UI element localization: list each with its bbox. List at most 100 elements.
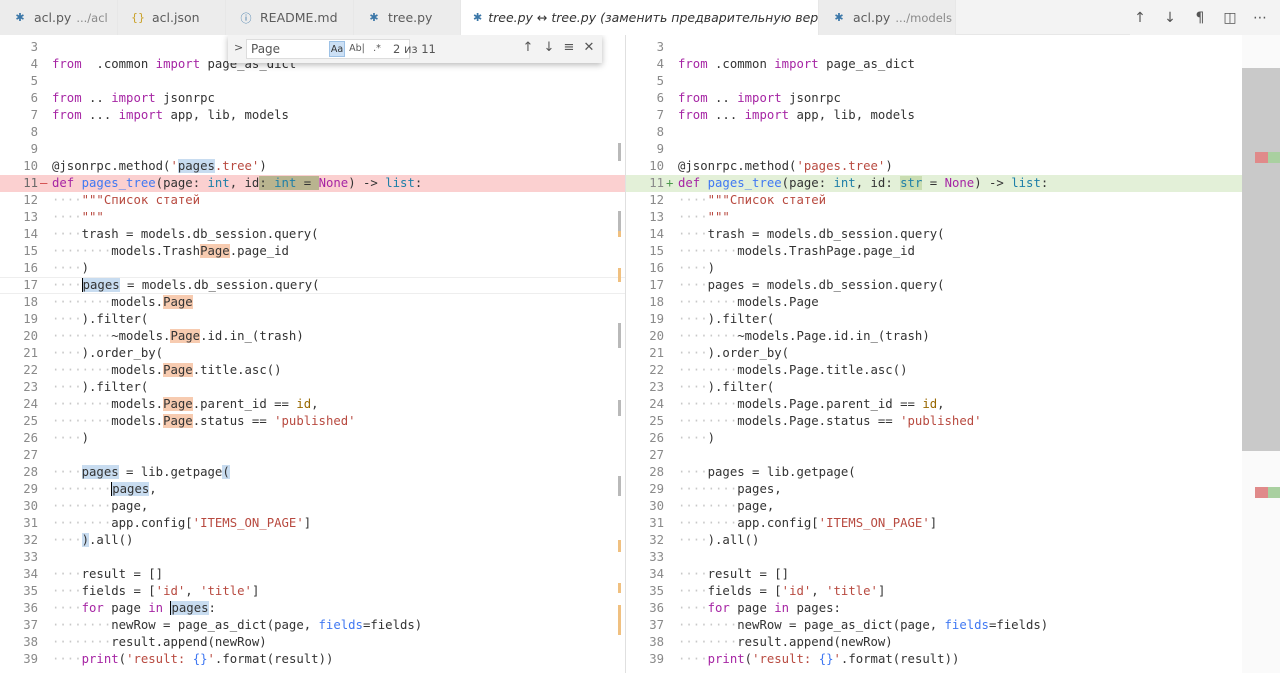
code-line[interactable]: 33 — [626, 549, 1280, 566]
code-line[interactable]: 34 ····result = [] — [626, 566, 1280, 583]
code-line[interactable]: 20 ········~models.Page.id.in_(trash) — [626, 328, 1280, 345]
code-line[interactable]: 8 — [626, 124, 1280, 141]
code-line[interactable]: 32 ····).all() — [0, 532, 625, 549]
code-line[interactable]: 28 ····pages = lib.getpage( — [0, 464, 625, 481]
code-line[interactable]: 26 ····) — [626, 430, 1280, 447]
code-line[interactable]: 24 ········models.Page.parent_id == id, — [626, 396, 1280, 413]
code-text: ····fields = ['id', 'title'] — [678, 583, 885, 600]
code-line[interactable]: 11— def pages_tree(page: int, id: int = N… — [0, 175, 625, 192]
code-line[interactable]: 18 ········models.Page — [0, 294, 625, 311]
diff-modified-pane[interactable]: 3 4 from .common import page_as_dict 5 6 from… — [626, 35, 1280, 673]
code-line[interactable]: 30 ········page, — [0, 498, 625, 515]
code-line[interactable]: 31 ········app.config['ITEMS_ON_PAGE'] — [0, 515, 625, 532]
code-line[interactable]: 28 ····pages = lib.getpage( — [626, 464, 1280, 481]
code-line[interactable]: 24 ········models.Page.parent_id == id, — [0, 396, 625, 413]
code-line[interactable]: 23 ····).filter( — [626, 379, 1280, 396]
code-line[interactable]: 37 ········newRow = page_as_dict(page, fi… — [0, 617, 625, 634]
code-line[interactable]: 22 ········models.Page.title.asc() — [0, 362, 625, 379]
code-line[interactable]: 6 from .. import jsonrpc — [626, 90, 1280, 107]
more-actions-icon[interactable]: ⋯ — [1252, 10, 1268, 26]
code-line[interactable]: 34 ····result = [] — [0, 566, 625, 583]
code-line[interactable]: 39 ····print('result: {}'.format(result)) — [0, 651, 625, 668]
code-line[interactable]: 6 from .. import jsonrpc — [0, 90, 625, 107]
previous-match-icon[interactable]: ↑ — [520, 40, 536, 55]
code-line[interactable]: 27 — [626, 447, 1280, 464]
code-line[interactable]: 36 ····for page in pages: — [0, 600, 625, 617]
code-line[interactable]: 30 ········page, — [626, 498, 1280, 515]
right-scrollbar[interactable] — [1242, 35, 1280, 673]
tab-0[interactable]: ✱ acl.py .../acl — [0, 0, 118, 35]
next-match-icon[interactable]: ↓ — [541, 40, 557, 55]
code-line[interactable]: 9 — [0, 141, 625, 158]
code-line[interactable]: 3 — [626, 39, 1280, 56]
code-line[interactable]: 10 @jsonrpc.method('pages.tree') — [0, 158, 625, 175]
tab-3[interactable]: ✱ tree.py — [354, 0, 461, 35]
tab-4[interactable]: ✱ tree.py ↔ tree.py (заменить предварител… — [461, 0, 819, 35]
match-case-icon[interactable]: Aa — [329, 41, 345, 57]
code-line[interactable]: 13 ····""" — [626, 209, 1280, 226]
code-line[interactable]: 5 — [626, 73, 1280, 90]
code-line[interactable]: 38 ········result.append(newRow) — [626, 634, 1280, 651]
find-in-selection-icon[interactable]: ≡ — [561, 40, 577, 55]
code-line[interactable]: 5 — [0, 73, 625, 90]
code-line[interactable]: 12 ····"""Список статей — [0, 192, 625, 209]
show-whitespace-icon[interactable]: ¶ — [1192, 10, 1208, 26]
code-line[interactable]: 32 ····).all() — [626, 532, 1280, 549]
code-line[interactable]: 12 ····"""Список статей — [626, 192, 1280, 209]
code-line[interactable]: 14 ····trash = models.db_session.query( — [626, 226, 1280, 243]
code-line[interactable]: 16 ····) — [0, 260, 625, 277]
previous-change-icon[interactable]: ↑ — [1132, 10, 1148, 26]
tab-1[interactable]: {} acl.json — [118, 0, 226, 35]
code-token: models.Trash — [111, 244, 201, 258]
code-line[interactable]: 21 ····).order_by( — [0, 345, 625, 362]
code-line[interactable]: 37 ········newRow = page_as_dict(page, fi… — [626, 617, 1280, 634]
code-line[interactable]: 19 ····).filter( — [626, 311, 1280, 328]
diff-original-pane[interactable]: > Page Aa Ab| .* 2 из 11 ↑ ↓ ≡ ✕ 3 4 from … — [0, 35, 626, 673]
tab-2[interactable]: ⓘ README.md — [226, 0, 354, 35]
code-line[interactable]: 8 — [0, 124, 625, 141]
code-line[interactable]: 19 ····).filter( — [0, 311, 625, 328]
code-line[interactable]: 25 ········models.Page.status == 'publish… — [626, 413, 1280, 430]
code-line[interactable]: 13 ····""" — [0, 209, 625, 226]
code-line[interactable]: 23 ····).filter( — [0, 379, 625, 396]
code-line[interactable]: 4 from .common import page_as_dict — [626, 56, 1280, 73]
code-line[interactable]: 29 ········pages, — [0, 481, 625, 498]
tab-5[interactable]: ✱ acl.py .../models — [819, 0, 956, 35]
code-line[interactable]: 7 from ... import app, lib, models — [0, 107, 625, 124]
code-line[interactable]: 10 @jsonrpc.method('pages.tree') — [626, 158, 1280, 175]
code-line[interactable]: 11 + def pages_tree(page: int, id: str = N… — [626, 175, 1280, 192]
left-scrollbar-overview[interactable] — [612, 35, 626, 673]
split-editor-icon[interactable]: ◫ — [1222, 10, 1238, 26]
code-line[interactable]: 31 ········app.config['ITEMS_ON_PAGE'] — [626, 515, 1280, 532]
close-icon[interactable]: ✕ — [581, 40, 597, 55]
code-line[interactable]: 39 ····print('result: {}'.format(result)) — [626, 651, 1280, 668]
code-line[interactable]: 9 — [626, 141, 1280, 158]
code-line[interactable]: 21 ····).order_by( — [626, 345, 1280, 362]
code-line[interactable]: 29 ········pages, — [626, 481, 1280, 498]
code-line[interactable]: 38 ········result.append(newRow) — [0, 634, 625, 651]
code-line[interactable]: 16 ····) — [626, 260, 1280, 277]
regex-icon[interactable]: .* — [369, 41, 385, 57]
scrollbar-thumb[interactable] — [1242, 68, 1280, 451]
code-line[interactable]: 20 ········~models.Page.id.in_(trash) — [0, 328, 625, 345]
code-line[interactable]: 36 ····for page in pages: — [626, 600, 1280, 617]
code-line[interactable]: 17 ····pages = models.db_session.query( — [0, 277, 625, 294]
toggle-replace-icon[interactable]: > — [234, 41, 243, 54]
code-line[interactable]: 27 — [0, 447, 625, 464]
whole-word-icon[interactable]: Ab| — [349, 41, 365, 57]
find-input[interactable]: Page — [246, 39, 410, 59]
code-line[interactable]: 7 from ... import app, lib, models — [626, 107, 1280, 124]
code-line[interactable]: 35 ····fields = ['id', 'title'] — [626, 583, 1280, 600]
code-line[interactable]: 18 ········models.Page — [626, 294, 1280, 311]
code-line[interactable]: 14 ····trash = models.db_session.query( — [0, 226, 625, 243]
code-line[interactable]: 26 ····) — [0, 430, 625, 447]
code-line[interactable]: 25 ········models.Page.status == 'publish… — [0, 413, 625, 430]
line-number: 5 — [656, 74, 664, 88]
code-line[interactable]: 17 ····pages = models.db_session.query( — [626, 277, 1280, 294]
code-line[interactable]: 15 ········models.TrashPage.page_id — [0, 243, 625, 260]
code-line[interactable]: 15 ········models.TrashPage.page_id — [626, 243, 1280, 260]
next-change-icon[interactable]: ↓ — [1162, 10, 1178, 26]
code-line[interactable]: 33 — [0, 549, 625, 566]
code-line[interactable]: 35 ····fields = ['id', 'title'] — [0, 583, 625, 600]
code-line[interactable]: 22 ········models.Page.title.asc() — [626, 362, 1280, 379]
